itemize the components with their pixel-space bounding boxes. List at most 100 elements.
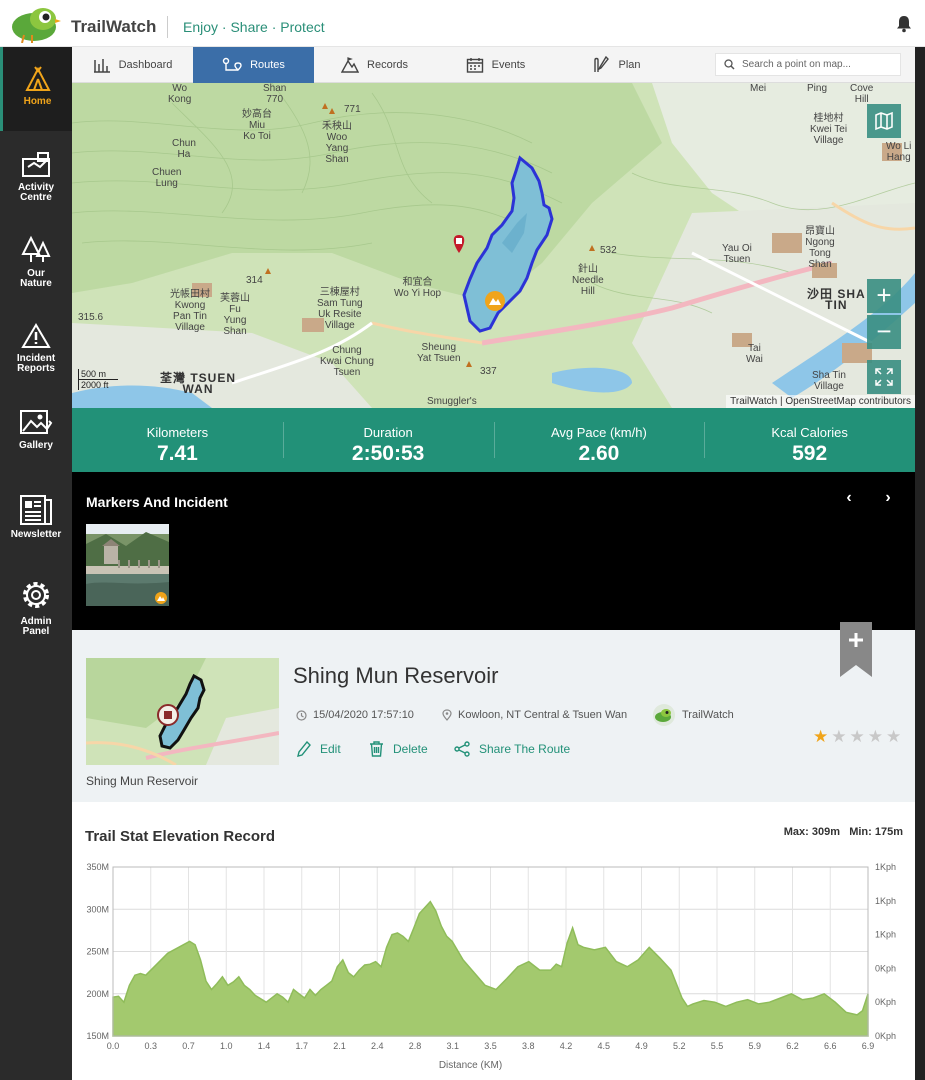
- y2-tick-label: 1Kph: [875, 930, 896, 940]
- elevation-title: Trail Stat Elevation Record: [85, 828, 276, 845]
- tab-bar: Dashboard Routes Records Events Plan: [72, 47, 915, 83]
- map-label: 光帳田村 Kwong Pan Tin Village: [170, 289, 210, 333]
- activity-icon: [22, 152, 50, 177]
- calendar-icon: [466, 58, 483, 73]
- map-attribution[interactable]: TrailWatch | OpenStreetMap contributors: [726, 395, 915, 408]
- map-label: 芙蓉山 Fu Yung Shan: [220, 293, 250, 337]
- tab-label: Events: [491, 59, 526, 71]
- sidebar-item-incident-reports[interactable]: Incident Reports: [0, 322, 72, 374]
- tab-plan[interactable]: Plan: [556, 47, 677, 83]
- pencil-icon: [297, 741, 311, 757]
- warning-icon: [21, 323, 51, 348]
- sidebar-item-label: Activity Centre: [17, 182, 55, 203]
- markers-panel: Markers And Incident ‹ ›: [72, 472, 915, 630]
- route-author[interactable]: TrailWatch: [652, 704, 734, 726]
- star-empty-icon[interactable]: ★: [868, 727, 883, 747]
- star-empty-icon[interactable]: ★: [886, 727, 901, 747]
- map-label: 315.6: [78, 312, 104, 323]
- route-thumbnail[interactable]: [86, 658, 279, 765]
- delete-label: Delete: [393, 742, 428, 756]
- sidebar-item-label: Gallery: [19, 440, 53, 451]
- delete-button[interactable]: Delete: [369, 741, 428, 757]
- share-route-button[interactable]: Share The Route: [454, 741, 570, 757]
- edit-button[interactable]: Edit: [297, 741, 341, 757]
- sidebar-item-home[interactable]: Home: [0, 47, 72, 131]
- clock-icon: [296, 709, 307, 721]
- map-search-box[interactable]: [715, 53, 901, 76]
- map-label: Chun Ha: [172, 138, 196, 160]
- y2-tick-label: 0Kph: [875, 963, 896, 973]
- map-label: 禾秧山 Woo Yang Shan: [322, 121, 352, 165]
- location-pin-icon: [442, 709, 452, 721]
- map-label: Cove Hill: [850, 83, 874, 105]
- map-label: Mei: [750, 83, 767, 94]
- star-empty-icon[interactable]: ★: [850, 727, 865, 747]
- route-thumbnail-map: [86, 658, 279, 765]
- markers-next-button[interactable]: ›: [878, 489, 898, 507]
- y-tick-label: 200M: [86, 989, 109, 999]
- map-tiles: [72, 83, 915, 408]
- x-tick-label: 3.1: [446, 1041, 459, 1051]
- scale-imperial: 2000 ft: [78, 380, 118, 390]
- markers-prev-button[interactable]: ‹: [839, 489, 859, 507]
- star-empty-icon[interactable]: ★: [831, 727, 846, 747]
- route-title: Shing Mun Reservoir: [293, 663, 499, 688]
- layers-button[interactable]: [867, 104, 901, 138]
- map-label: Wo Kong: [168, 83, 192, 105]
- sidebar-item-label: Home: [23, 96, 52, 107]
- map-label: Shan 770: [263, 83, 287, 105]
- x-tick-label: 6.6: [824, 1041, 837, 1051]
- route-location-value: Kowloon, NT Central & Tsuen Wan: [458, 709, 628, 721]
- star-filled-icon[interactable]: ★: [813, 727, 828, 747]
- sidebar-item-our-nature[interactable]: Our Nature: [0, 235, 72, 289]
- trailwatch-logo[interactable]: [10, 5, 62, 43]
- route-datetime: 15/04/2020 17:57:10: [296, 709, 414, 721]
- x-tick-label: 6.9: [862, 1041, 875, 1051]
- x-tick-label: 1.0: [220, 1041, 233, 1051]
- route-location: Kowloon, NT Central & Tsuen Wan: [442, 709, 627, 721]
- zoom-out-button[interactable]: −: [867, 315, 901, 349]
- bookmark-add-button[interactable]: [840, 622, 872, 677]
- y2-tick-label: 0Kph: [875, 997, 896, 1007]
- dashboard-icon: [93, 59, 110, 73]
- y2-tick-label: 1Kph: [875, 896, 896, 906]
- map-label: 針山 Needle Hill: [572, 264, 604, 297]
- tab-records[interactable]: Records: [314, 47, 435, 83]
- brand-name[interactable]: TrailWatch: [71, 17, 156, 37]
- map-label: Ping: [807, 83, 828, 94]
- tab-dashboard[interactable]: Dashboard: [72, 47, 193, 83]
- sidebar-item-admin-panel[interactable]: Admin Panel: [0, 577, 72, 637]
- route-map[interactable]: Wo Kong Shan 770 771 妙高台 Miu Ko Toi 禾秧山 …: [72, 83, 915, 408]
- map-label: Sheung Yat Tsuen: [417, 342, 461, 364]
- page-edge: [915, 47, 925, 1080]
- marker-photo-thumbnail[interactable]: [86, 524, 169, 606]
- map-label: 妙高台 Miu Ko Toi: [242, 109, 272, 142]
- x-tick-label: 5.2: [673, 1041, 686, 1051]
- map-label: Tai Wai: [746, 343, 763, 365]
- map-label: Yau Oi Tsuen: [722, 243, 752, 265]
- rating-stars[interactable]: ★ ★ ★ ★ ★: [813, 727, 901, 747]
- search-input[interactable]: [742, 59, 892, 70]
- x-tick-label: 4.9: [635, 1041, 648, 1051]
- x-tick-label: 1.7: [295, 1041, 308, 1051]
- bell-icon[interactable]: [895, 15, 913, 33]
- x-tick-label: 5.9: [748, 1041, 761, 1051]
- sidebar-item-activity-centre[interactable]: Activity Centre: [0, 151, 72, 203]
- x-tick-label: 6.2: [786, 1041, 799, 1051]
- sidebar-item-gallery[interactable]: Gallery: [0, 409, 72, 451]
- stat-label: Kcal Calories: [771, 425, 848, 440]
- elevation-min: Min: 175m: [849, 826, 903, 838]
- tab-events[interactable]: Events: [435, 47, 556, 83]
- map-label: 桂地村 Kwei Tei Village: [810, 113, 848, 146]
- y-tick-label: 150M: [86, 1031, 109, 1041]
- tab-routes[interactable]: Routes: [193, 47, 314, 83]
- tab-label: Plan: [618, 59, 641, 71]
- x-tick-label: 3.5: [484, 1041, 497, 1051]
- zoom-in-button[interactable]: +: [867, 279, 901, 313]
- fullscreen-button[interactable]: [867, 360, 901, 394]
- x-tick-label: 0.7: [182, 1041, 195, 1051]
- tent-icon: [24, 66, 51, 91]
- sidebar-item-newsletter[interactable]: Newsletter: [0, 494, 72, 540]
- x-tick-label: 0.3: [144, 1041, 157, 1051]
- stat-label: Duration: [363, 425, 413, 440]
